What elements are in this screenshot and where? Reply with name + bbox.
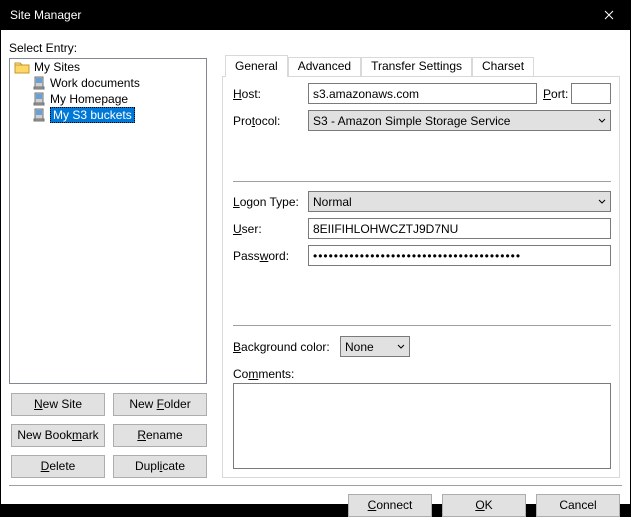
folder-icon bbox=[14, 60, 30, 74]
logon-type-select[interactable]: Normal bbox=[308, 191, 611, 212]
separator bbox=[233, 181, 611, 182]
user-label: User: bbox=[233, 222, 262, 236]
tabstrip: General Advanced Transfer Settings Chars… bbox=[225, 55, 534, 76]
protocol-label: Protocol: bbox=[233, 114, 280, 128]
tree-root[interactable]: My Sites bbox=[10, 59, 206, 75]
host-label: Host: bbox=[233, 87, 261, 101]
logon-type-label: Logon Type: bbox=[233, 195, 299, 209]
background-color-label: Background color: bbox=[233, 340, 330, 354]
comments-textarea[interactable] bbox=[233, 383, 611, 469]
tree-item[interactable]: My Homepage bbox=[10, 91, 206, 107]
logon-type-value: Normal bbox=[313, 195, 352, 209]
tree-item-label: Work documents bbox=[50, 76, 140, 90]
ok-button[interactable]: OK bbox=[442, 494, 526, 517]
protocol-select[interactable]: S3 - Amazon Simple Storage Service bbox=[308, 110, 611, 131]
close-button[interactable] bbox=[586, 0, 631, 30]
new-folder-button[interactable]: New Folder bbox=[113, 393, 207, 416]
separator bbox=[9, 485, 622, 486]
new-bookmark-button[interactable]: New Bookmark bbox=[11, 424, 105, 447]
select-entry-label: Select Entry: bbox=[9, 41, 77, 55]
protocol-value: S3 - Amazon Simple Storage Service bbox=[313, 114, 510, 128]
port-label: Port: bbox=[543, 87, 568, 101]
host-input[interactable] bbox=[308, 83, 537, 104]
user-input[interactable] bbox=[308, 218, 611, 239]
window-title: Site Manager bbox=[10, 8, 586, 22]
background-color-select[interactable]: None bbox=[340, 336, 410, 357]
connect-button[interactable]: Connect bbox=[348, 494, 432, 517]
tab-general[interactable]: General bbox=[225, 55, 288, 77]
comments-label: Comments: bbox=[233, 367, 294, 381]
tab-transfer-settings[interactable]: Transfer Settings bbox=[361, 57, 472, 76]
chevron-down-icon bbox=[598, 117, 606, 125]
new-site-button[interactable]: New Site bbox=[11, 393, 105, 416]
server-icon bbox=[32, 92, 46, 106]
chevron-down-icon bbox=[598, 198, 606, 206]
password-input[interactable] bbox=[308, 245, 611, 266]
tree-item-label: My Homepage bbox=[50, 92, 128, 106]
tab-page-general: Host: Port: Protocol: S3 - Amazon Simple… bbox=[222, 76, 620, 478]
port-input[interactable] bbox=[571, 83, 611, 104]
delete-button[interactable]: Delete bbox=[11, 455, 105, 478]
dialog-body: Select Entry: My Sites Work documents My… bbox=[1, 30, 630, 504]
tree-item-selected[interactable]: My S3 buckets bbox=[10, 107, 206, 123]
rename-button[interactable]: Rename bbox=[113, 424, 207, 447]
background-color-value: None bbox=[345, 340, 374, 354]
separator bbox=[233, 325, 611, 326]
server-icon bbox=[32, 108, 46, 122]
tree-root-label: My Sites bbox=[34, 60, 80, 74]
close-icon bbox=[604, 10, 614, 20]
tab-charset[interactable]: Charset bbox=[472, 57, 534, 76]
tree-item-label: My S3 buckets bbox=[50, 107, 135, 123]
tab-advanced[interactable]: Advanced bbox=[288, 57, 361, 76]
entry-tree[interactable]: My Sites Work documents My Homepage My S… bbox=[9, 58, 207, 384]
server-icon bbox=[32, 76, 46, 90]
chevron-down-icon bbox=[397, 343, 405, 351]
password-label: Password: bbox=[233, 249, 289, 263]
titlebar: Site Manager bbox=[0, 0, 631, 30]
cancel-button[interactable]: Cancel bbox=[536, 494, 620, 517]
tree-item[interactable]: Work documents bbox=[10, 75, 206, 91]
duplicate-button[interactable]: Duplicate bbox=[113, 455, 207, 478]
